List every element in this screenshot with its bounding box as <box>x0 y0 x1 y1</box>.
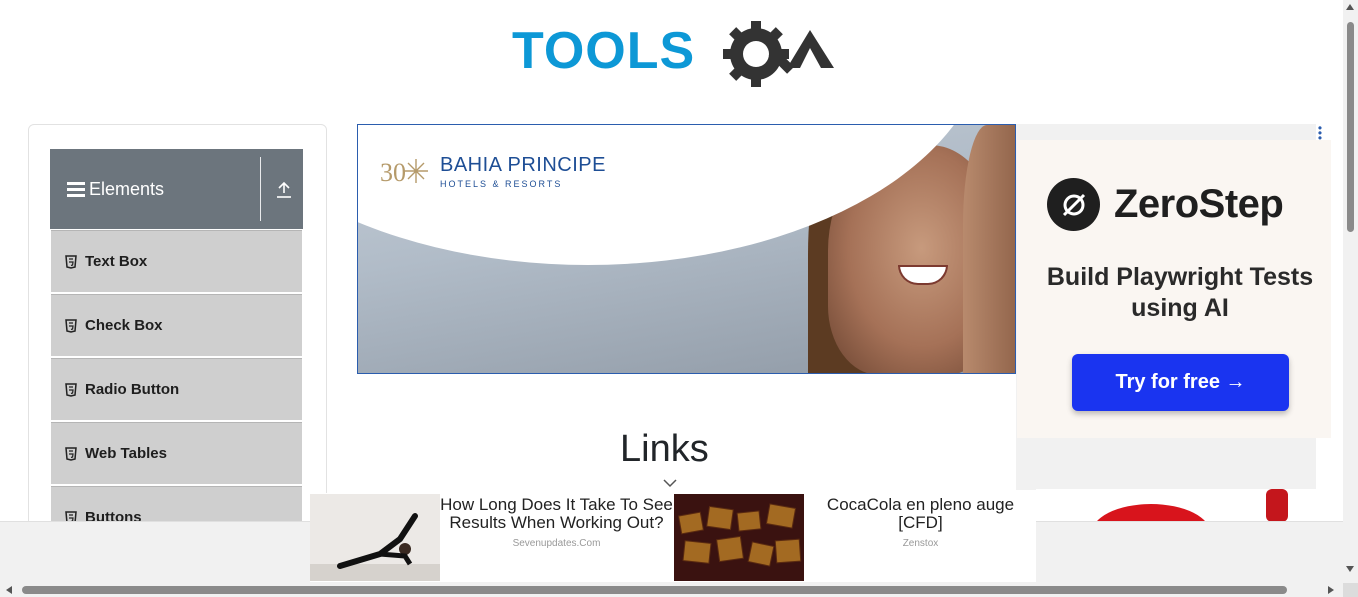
zerostep-tagline: Build Playwright Tests using AI <box>1046 263 1314 322</box>
try-for-free-button[interactable]: Try for free → <box>1072 354 1289 411</box>
sidebar-item-label: Text Box <box>85 253 148 270</box>
sidebar-item-label: Radio Button <box>85 381 180 398</box>
html-icon <box>65 446 77 461</box>
scroll-right-icon[interactable] <box>1328 586 1334 594</box>
ad-card-workout[interactable]: How Long Does It Take To See Results Whe… <box>310 493 673 582</box>
svg-text:TOOLS: TOOLS <box>512 22 695 80</box>
chevron-down-icon[interactable] <box>662 478 678 488</box>
bottom-ad-unit: How Long Does It Take To See Results Whe… <box>310 493 1036 582</box>
sidebar-item-label: Check Box <box>85 317 163 334</box>
vertical-scroll-thumb[interactable] <box>1347 22 1354 232</box>
elements-group-header[interactable]: Elements <box>50 149 303 229</box>
svg-text:30: 30 <box>380 158 406 187</box>
zerostep-brand: ZeroStep <box>1114 182 1284 226</box>
sidebar-item-check-box[interactable]: Check Box <box>51 294 302 356</box>
upload-icon[interactable] <box>276 181 292 199</box>
ad-source: Sevenupdates.Com <box>512 538 601 549</box>
horizontal-scrollbar[interactable] <box>0 583 1343 597</box>
group-title: Elements <box>89 178 165 199</box>
partial-ad-image <box>1036 489 1331 522</box>
scroll-left-icon[interactable] <box>6 586 12 594</box>
sidebar-item-text-box[interactable]: Text Box <box>51 230 302 292</box>
brand-subtitle: HOTELS & RESORTS <box>440 178 563 189</box>
scroll-up-icon[interactable] <box>1346 4 1354 10</box>
html-icon <box>65 382 77 397</box>
sidebar-item-label: Web Tables <box>85 445 167 462</box>
toolsqa-logo[interactable]: TOOLS <box>512 16 836 92</box>
html-icon <box>65 318 77 333</box>
vertical-scrollbar[interactable] <box>1343 0 1358 583</box>
ad-thumbnail-workout <box>310 494 440 581</box>
ad-title: CocaCola en pleno auge [CFD] <box>826 495 1015 532</box>
ad-card-cocacola[interactable]: CocaCola en pleno auge [CFD] Zenstox <box>674 493 1037 582</box>
ad-source: Zenstox <box>902 538 939 549</box>
scroll-down-icon[interactable] <box>1346 566 1354 572</box>
bahia-principe-logo: 30 BAHIA PRINCIPE HOTELS & RESORTS <box>380 151 606 191</box>
bahia-principe-banner-ad[interactable]: 30 BAHIA PRINCIPE HOTELS & RESORTS <box>357 124 1016 374</box>
sun-logo-icon: 30 <box>380 158 428 187</box>
zerostep-logo: ZeroStep <box>1047 178 1284 231</box>
horizontal-scroll-thumb[interactable] <box>22 586 1287 594</box>
ad-thumbnail-cocacola <box>674 494 804 581</box>
menu-icon <box>67 181 85 197</box>
page-title: Links <box>620 428 709 470</box>
sidebar-item-web-tables[interactable]: Web Tables <box>51 422 302 484</box>
ad-title: How Long Does It Take To See Results Whe… <box>440 495 673 532</box>
sidebar-item-radio-button[interactable]: Radio Button <box>51 358 302 420</box>
html-icon <box>65 254 77 269</box>
header-divider <box>260 157 261 221</box>
toolsqa-logo-image: TOOLS <box>512 21 834 87</box>
ad-options-icon[interactable]: • • • <box>1315 122 1325 144</box>
zerostep-logo-icon <box>1047 178 1100 231</box>
scrollbar-corner <box>1343 583 1358 597</box>
brand-name: BAHIA PRINCIPE <box>440 153 606 176</box>
banner-photo <box>963 125 1015 373</box>
